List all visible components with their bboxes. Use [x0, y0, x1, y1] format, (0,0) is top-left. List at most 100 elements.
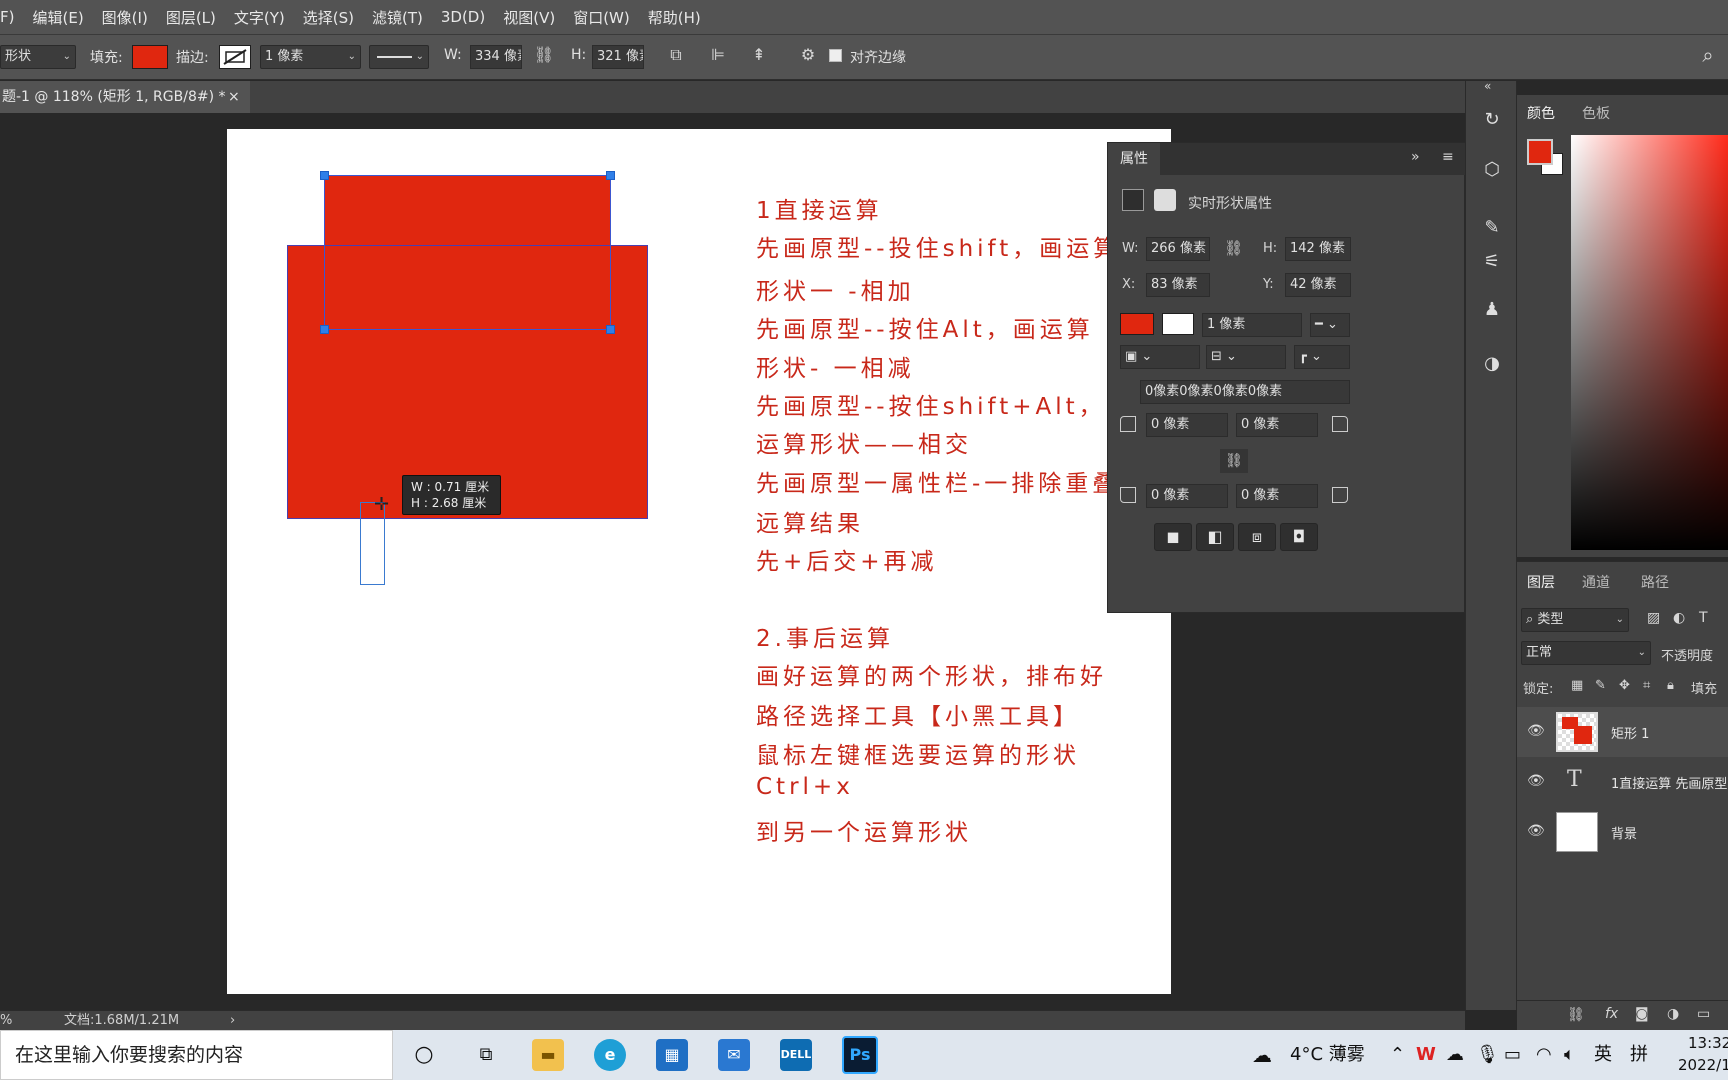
document-tab[interactable]: 题-1 @ 118% (矩形 1, RGB/8#) * ×: [0, 81, 250, 113]
link-layers-icon[interactable]: ⛓: [1567, 1007, 1585, 1023]
mask-properties-icon[interactable]: [1154, 189, 1176, 211]
menu-image[interactable]: 图像(I): [93, 7, 157, 28]
prop-x-field[interactable]: 83 像素: [1146, 273, 1210, 297]
prop-radius-tl[interactable]: 0 像素: [1146, 413, 1228, 437]
layer-row[interactable]: 👁︎ 背景: [1517, 807, 1728, 857]
add-mask-icon[interactable]: ◙: [1635, 1006, 1649, 1022]
lock-pixels-icon[interactable]: ✎: [1595, 678, 1606, 693]
menu-layer[interactable]: 图层(L): [157, 7, 225, 28]
ime-mode[interactable]: 拼: [1630, 1030, 1648, 1080]
eye-icon[interactable]: 👁︎: [1527, 823, 1545, 839]
prop-radius-br[interactable]: 0 像素: [1236, 484, 1318, 508]
prop-radius-bl[interactable]: 0 像素: [1146, 484, 1228, 508]
close-icon[interactable]: ×: [228, 81, 240, 113]
layer-filter-select[interactable]: ⌕ 类型 ⌄: [1521, 608, 1629, 632]
tab-color[interactable]: 颜色: [1527, 103, 1555, 123]
history-icon[interactable]: ↻: [1476, 105, 1508, 135]
prop-fill-swatch[interactable]: [1120, 313, 1154, 335]
prop-stroke-width[interactable]: 1 像素: [1202, 313, 1302, 337]
properties-tab[interactable]: 属性: [1108, 143, 1160, 175]
menu-3d[interactable]: 3D(D): [432, 8, 494, 26]
store-icon[interactable]: ▦: [656, 1039, 688, 1071]
menu-select[interactable]: 选择(S): [294, 7, 363, 28]
clock-date[interactable]: 2022/1: [1678, 1056, 1728, 1074]
shape-properties-icon[interactable]: [1122, 189, 1144, 211]
tab-channels[interactable]: 通道: [1582, 572, 1610, 592]
ime-lang[interactable]: 英: [1594, 1030, 1612, 1080]
foreground-color-swatch[interactable]: [1527, 139, 1553, 165]
lock-all-icon[interactable]: 🔒︎: [1667, 678, 1674, 693]
prop-radii-field[interactable]: 0像素0像素0像素0像素: [1140, 380, 1350, 404]
filter-pixel-icon[interactable]: ▨: [1647, 610, 1660, 626]
filter-type-icon[interactable]: T: [1699, 610, 1708, 626]
width-field[interactable]: 334 像素: [470, 45, 522, 69]
menu-window[interactable]: 窗口(W): [564, 7, 639, 28]
dell-icon[interactable]: DELL: [780, 1039, 812, 1071]
wps-icon[interactable]: W: [1416, 1030, 1436, 1080]
link-radii-icon[interactable]: ⛓: [1220, 449, 1248, 473]
stroke-type-select[interactable]: ⌄: [369, 45, 429, 69]
tool-mode-select[interactable]: 形状 ⌄: [0, 45, 76, 69]
prop-width-field[interactable]: 266 像素: [1146, 237, 1210, 261]
anchor-handle-br[interactable]: [606, 325, 615, 334]
stroke-swatch[interactable]: [219, 45, 251, 69]
prop-height-field[interactable]: 142 像素: [1285, 237, 1351, 261]
menu-filter[interactable]: 滤镜(T): [363, 7, 432, 28]
gear-icon[interactable]: ⚙: [796, 45, 820, 64]
layer-row[interactable]: 👁︎ 矩形 1: [1517, 707, 1728, 757]
microphone-icon[interactable]: 🎙︎: [1476, 1030, 1499, 1080]
menu-edit[interactable]: 编辑(E): [23, 7, 92, 28]
collapse-dock-icon[interactable]: «: [1484, 79, 1491, 93]
anchor-handle-bl[interactable]: [320, 325, 329, 334]
photoshop-icon[interactable]: Ps: [842, 1036, 878, 1074]
clock-time[interactable]: 13:32: [1688, 1034, 1728, 1052]
battery-icon[interactable]: ▭: [1504, 1030, 1521, 1080]
prop-stroke-type[interactable]: ━ ⌄: [1310, 313, 1350, 337]
cortana-icon[interactable]: ○: [408, 1039, 440, 1071]
weather-text[interactable]: 4°C 薄雾: [1290, 1030, 1365, 1080]
fx-icon[interactable]: fx: [1605, 1006, 1618, 1022]
menu-view[interactable]: 视图(V): [494, 7, 564, 28]
status-menu-icon[interactable]: ›: [230, 1011, 235, 1031]
clone-source-icon[interactable]: ♟: [1476, 295, 1508, 325]
task-view-icon[interactable]: ⧉: [470, 1039, 502, 1071]
edge-icon[interactable]: e: [594, 1039, 626, 1071]
collapse-icon[interactable]: »: [1411, 149, 1420, 165]
lock-artboard-icon[interactable]: ⌗: [1643, 678, 1650, 693]
3d-icon[interactable]: ⬡: [1476, 155, 1508, 185]
path-arrangement-icon[interactable]: ⇞: [746, 45, 772, 64]
tab-layers[interactable]: 图层: [1527, 572, 1555, 592]
anchor-handle-tl[interactable]: [320, 171, 329, 180]
panel-menu-icon[interactable]: ≡: [1442, 149, 1454, 165]
prop-stroke-swatch[interactable]: [1162, 313, 1194, 335]
anchor-handle-tr[interactable]: [606, 171, 615, 180]
stroke-width-select[interactable]: 1 像素 ⌄: [260, 45, 361, 69]
path-alignment-icon[interactable]: ⊫: [706, 45, 730, 64]
subtract-shapes-icon[interactable]: ◧: [1196, 523, 1234, 551]
chevron-up-icon[interactable]: ⌃: [1390, 1030, 1405, 1080]
brush-icon[interactable]: ✎: [1476, 213, 1508, 243]
blend-mode-select[interactable]: 正常 ⌄: [1521, 641, 1651, 665]
new-adjustment-icon[interactable]: ◑: [1667, 1006, 1679, 1022]
menu-file[interactable]: F): [0, 8, 23, 26]
mail-icon[interactable]: ✉: [718, 1039, 750, 1071]
unite-shapes-icon[interactable]: ◼: [1154, 523, 1192, 551]
prop-corner-select[interactable]: ┏ ⌄: [1294, 345, 1350, 369]
eye-icon[interactable]: 👁︎: [1527, 723, 1545, 739]
menu-type[interactable]: 文字(Y): [225, 7, 294, 28]
prop-radius-tr[interactable]: 0 像素: [1236, 413, 1318, 437]
prop-cap-select[interactable]: ⊟ ⌄: [1206, 345, 1286, 369]
height-field[interactable]: 321 像素: [592, 45, 644, 69]
prop-align-select[interactable]: ▣ ⌄: [1120, 345, 1200, 369]
new-group-icon[interactable]: ▭: [1697, 1006, 1710, 1022]
lock-position-icon[interactable]: ✥: [1619, 678, 1630, 693]
align-edges-checkbox[interactable]: [829, 49, 842, 62]
prop-y-field[interactable]: 42 像素: [1285, 273, 1351, 297]
filter-adjustment-icon[interactable]: ◐: [1673, 610, 1685, 626]
tab-swatches[interactable]: 色板: [1582, 103, 1610, 123]
document-canvas[interactable]: ✛ 1直接运算 先画原型--投住shift，画运算 形状一 -相加 先画原型--…: [227, 129, 1171, 994]
lock-transparent-icon[interactable]: ▦: [1571, 678, 1583, 693]
file-explorer-icon[interactable]: ▬: [532, 1039, 564, 1071]
eye-icon[interactable]: 👁︎: [1527, 773, 1545, 789]
menu-help[interactable]: 帮助(H): [639, 7, 710, 28]
